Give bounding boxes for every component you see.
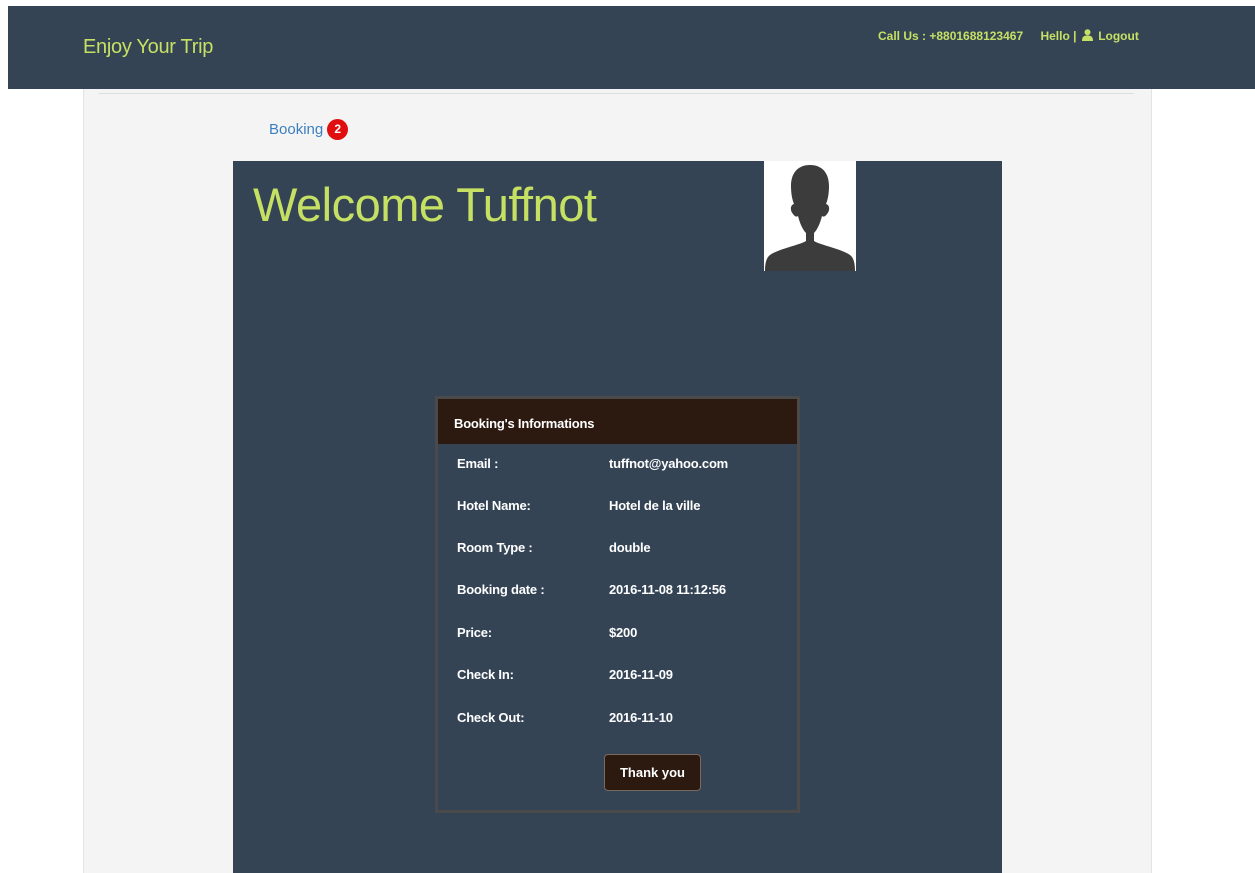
detail-row-email: Email : tuffnot@yahoo.com [438,456,797,476]
detail-label: Room Type : [457,540,533,555]
welcome-title: Welcome Tuffnot [253,178,597,231]
detail-value: Hotel de la ville [609,498,701,513]
detail-label: Email : [457,456,499,471]
detail-value: double [609,540,651,555]
booking-count-badge: 2 [327,119,349,140]
detail-label: Hotel Name: [457,498,531,513]
detail-row-check-out: Check Out: 2016-11-10 [438,710,797,730]
booking-info-card: Booking's Informations Email : tuffnot@y… [435,396,800,813]
detail-row-check-in: Check In: 2016-11-09 [438,667,797,687]
user-silhouette-icon [764,161,856,271]
booking-card-heading: Booking's Informations [438,399,797,444]
detail-label: Check Out: [457,710,525,725]
detail-value: 2016-11-10 [609,710,673,725]
detail-label: Booking date : [457,582,545,597]
detail-row-hotel-name: Hotel Name: Hotel de la ville [438,498,797,518]
detail-value: 2016-11-09 [609,667,673,682]
booking-link-label[interactable]: Booking [269,121,323,138]
detail-label: Check In: [457,667,514,682]
top-navbar: Enjoy Your Trip Call Us : +8801688123467… [8,6,1255,89]
detail-label: Price: [457,625,492,640]
call-us-text: Call Us : +8801688123467 [878,29,1024,43]
booking-nav-link[interactable]: Booking 2 [269,119,349,140]
detail-value: 2016-11-08 11:12:56 [609,582,726,597]
divider [99,93,1134,94]
detail-row-booking-date: Booking date : 2016-11-08 11:12:56 [438,582,797,602]
thank-you-button[interactable]: Thank you [604,754,701,791]
detail-row-price: Price: $200 [438,625,797,645]
detail-value: tuffnot@yahoo.com [609,456,729,471]
brand-logo-text[interactable]: Enjoy Your Trip [83,36,213,59]
logout-link[interactable]: Logout [1098,29,1139,43]
detail-row-room-type: Room Type : double [438,540,797,560]
profile-avatar [764,161,856,271]
header-right: Call Us : +8801688123467 Hello | Logout [878,29,1139,43]
welcome-section: Welcome Tuffnot Booking's Informations E… [233,161,1002,873]
user-icon [1081,29,1093,41]
detail-value: $200 [609,625,638,640]
hello-text: Hello | [1040,29,1077,43]
